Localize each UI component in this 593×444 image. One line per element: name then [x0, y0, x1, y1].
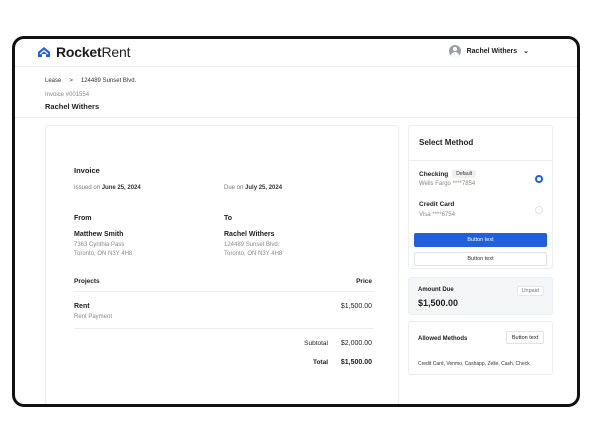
method-checking-detail: Wells Fargo ****7854: [419, 181, 476, 187]
allowed-methods-card: Allowed Methods Button text Credit Card,…: [408, 321, 553, 375]
default-badge: Default: [452, 170, 477, 178]
total-label: Total: [312, 359, 328, 366]
rocket-logo-icon: [38, 47, 50, 57]
from-name: Matthew Smith: [74, 231, 124, 238]
subtotal-label: Subtotal: [304, 340, 328, 347]
primary-button[interactable]: Button text: [414, 233, 547, 247]
logo[interactable]: RocketRent: [37, 44, 130, 60]
allowed-methods-button[interactable]: Button text: [506, 331, 544, 344]
checking-radio[interactable]: [535, 175, 543, 183]
chevron-down-icon: ⌄: [523, 48, 529, 55]
method-checking[interactable]: Checking Default: [419, 170, 477, 178]
due-date: Due on July 25, 2024: [224, 185, 283, 191]
to-label: To: [224, 215, 233, 222]
amount-due-card: Amount Due $1,500.00 Unpaid: [408, 277, 553, 315]
allowed-methods-list: Credit Card, Venmo, Cashapp, Zelle, Cash…: [418, 361, 530, 367]
method-credit-card-detail: Visa ****6754: [419, 212, 455, 218]
method-credit-card[interactable]: Credit Card: [419, 201, 454, 208]
price-header: Price: [356, 278, 372, 285]
status-badge: Unpaid: [516, 286, 544, 296]
invoice-card: Invoice Issued on June 25, 2024 Due on J…: [45, 125, 399, 404]
top-bar: RocketRent Rachel Withers ⌄: [15, 39, 577, 67]
breadcrumb-address[interactable]: 124489 Sunset Blvd.: [81, 78, 136, 84]
breadcrumb-separator: >: [69, 78, 73, 84]
divider: [74, 328, 374, 329]
page-header: Lease > 124489 Sunset Blvd. Invoice #001…: [15, 68, 577, 118]
amount-due-label: Amount Due: [418, 287, 454, 293]
divider: [409, 160, 552, 161]
amount-due-value: $1,500.00: [418, 298, 459, 308]
user-menu[interactable]: Rachel Withers ⌄: [448, 45, 529, 57]
issued-date: Issued on June 25, 2024: [74, 185, 141, 191]
item-name: Rent: [74, 303, 90, 310]
divider: [74, 291, 374, 292]
item-price: $1,500.00: [340, 303, 372, 310]
credit-card-radio[interactable]: [535, 206, 543, 214]
breadcrumb-lease[interactable]: Lease: [45, 78, 61, 84]
invoice-number: Invoice #001554: [45, 92, 90, 98]
total-value: $1,500.00: [340, 359, 372, 366]
item-desc: Rent Payment: [74, 314, 113, 320]
app-window: RocketRent Rachel Withers ⌄ Lease > 1244…: [12, 36, 580, 407]
projects-header: Projects: [74, 278, 100, 285]
brand-name: RocketRent: [56, 44, 131, 60]
subtotal-value: $2,000.00: [340, 340, 372, 347]
select-method-card: Select Method Checking Default Wells Far…: [408, 125, 553, 269]
to-address: 124489 Sunset Blvd. Toronto, ON N3Y 4H8: [224, 242, 283, 257]
select-method-title: Select Method: [419, 138, 474, 147]
to-name: Rachel Withers: [224, 231, 275, 238]
allowed-methods-title: Allowed Methods: [418, 336, 468, 342]
invoice-title: Invoice: [74, 166, 100, 175]
page-title: Rachel Withers: [45, 102, 100, 111]
breadcrumb: Lease > 124489 Sunset Blvd.: [45, 78, 136, 84]
user-name: Rachel Withers: [466, 47, 518, 55]
avatar-icon: [448, 45, 461, 57]
from-label: From: [74, 215, 92, 222]
from-address: 7363 Cynthia Pass Toronto, ON N3Y 4H8: [74, 242, 133, 257]
secondary-button[interactable]: Button text: [414, 252, 547, 266]
